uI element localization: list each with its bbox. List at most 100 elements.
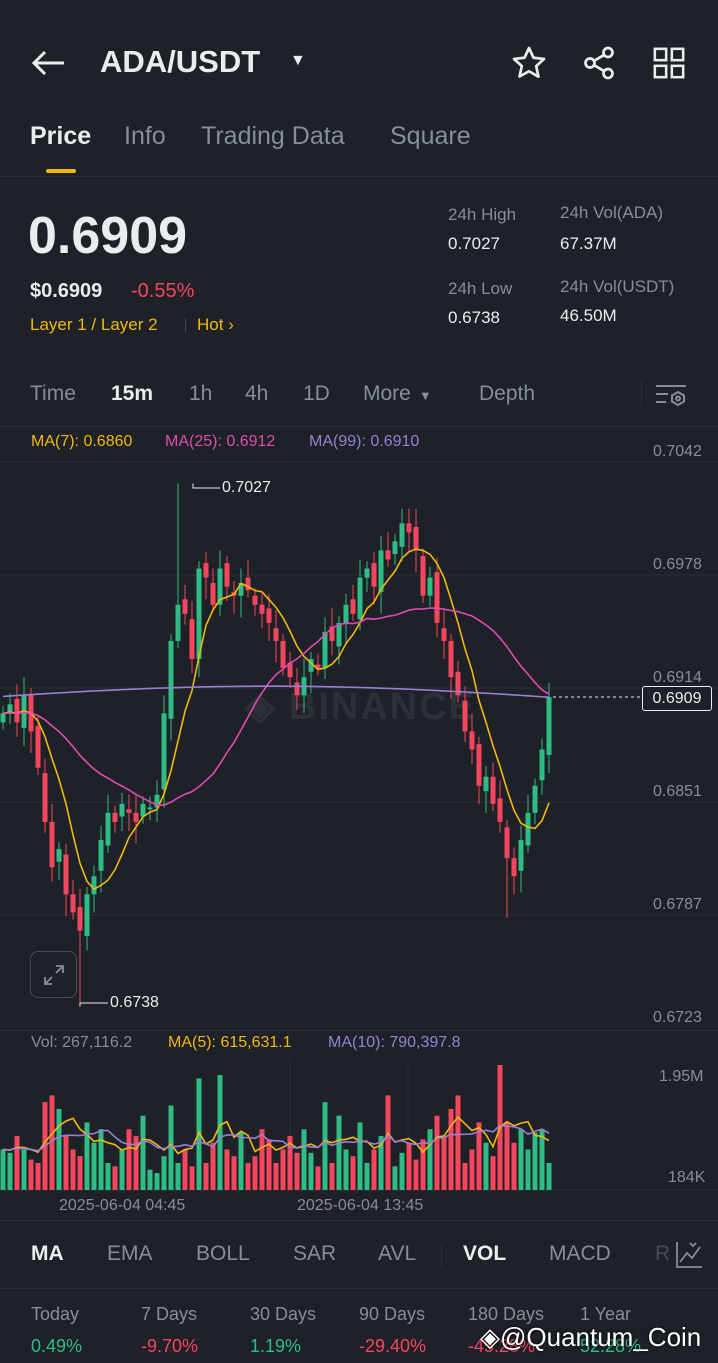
candle-body bbox=[161, 713, 167, 790]
volume-bar bbox=[364, 1162, 370, 1190]
volume-bar bbox=[371, 1149, 377, 1190]
indicator-vol[interactable]: VOL bbox=[463, 1242, 506, 1266]
interval-more[interactable]: More ▼ bbox=[363, 382, 432, 406]
volume-bar bbox=[483, 1142, 489, 1190]
volume-bar bbox=[112, 1166, 118, 1190]
candle-body bbox=[448, 640, 454, 678]
interval-time[interactable]: Time bbox=[30, 382, 76, 406]
candle-body bbox=[21, 695, 27, 728]
price-change: -0.55% bbox=[131, 280, 195, 302]
vol-axis-top: 1.95M bbox=[659, 1068, 704, 1085]
volume-bar bbox=[427, 1129, 433, 1190]
indicator-r[interactable]: R bbox=[655, 1242, 670, 1266]
candle-body bbox=[203, 563, 209, 578]
volume-bar bbox=[518, 1129, 524, 1190]
volume-bar bbox=[119, 1149, 125, 1190]
binance-watermark: ◈ BINANCE bbox=[245, 686, 476, 728]
low-label: 24h Low bbox=[448, 279, 513, 298]
interval-1d[interactable]: 1D bbox=[303, 382, 330, 406]
tab-price[interactable]: Price bbox=[30, 122, 91, 151]
candle-body bbox=[399, 523, 405, 547]
price-axis-label: 0.6723 bbox=[653, 1009, 702, 1026]
candle-body bbox=[252, 595, 258, 605]
indicator-boll[interactable]: BOLL bbox=[196, 1242, 250, 1266]
candle-body bbox=[532, 785, 538, 813]
volume-bar bbox=[392, 1166, 398, 1190]
vol-usdt-value: 46.50M bbox=[560, 306, 617, 325]
share-icon[interactable] bbox=[580, 45, 618, 81]
star-icon[interactable] bbox=[511, 45, 547, 81]
candle-body bbox=[329, 626, 335, 641]
candle-body bbox=[504, 827, 510, 859]
candle-body bbox=[322, 631, 328, 669]
interval-1h[interactable]: 1h bbox=[189, 382, 212, 406]
volume-bar bbox=[511, 1142, 517, 1190]
candle-body bbox=[350, 599, 356, 614]
volume-bar bbox=[161, 1156, 167, 1190]
high-annotation: 0.7027 bbox=[222, 479, 271, 496]
candle-body bbox=[154, 794, 160, 808]
candle-body bbox=[273, 628, 279, 641]
interval-depth[interactable]: Depth bbox=[479, 382, 535, 406]
candle-body bbox=[28, 695, 34, 732]
candle-body bbox=[49, 821, 55, 868]
candle-body bbox=[35, 726, 41, 768]
volume-bar bbox=[294, 1152, 300, 1190]
chart-top-divider bbox=[0, 426, 718, 427]
indicator-avl[interactable]: AVL bbox=[378, 1242, 416, 1266]
high-marker-line bbox=[192, 483, 220, 489]
tab-trading-data[interactable]: Trading Data bbox=[201, 122, 345, 151]
volume-bar bbox=[350, 1156, 356, 1190]
perf-value: 1.19% bbox=[250, 1336, 302, 1356]
candle-body bbox=[238, 583, 244, 596]
hot-label: Hot bbox=[197, 315, 224, 334]
caret-down-icon[interactable]: ▼ bbox=[290, 52, 306, 70]
candle-body bbox=[315, 664, 321, 669]
perf-label: Today bbox=[31, 1304, 80, 1324]
volume-bar bbox=[434, 1115, 440, 1190]
volume-bar bbox=[385, 1095, 391, 1190]
candle-body bbox=[483, 776, 489, 792]
interval-4h[interactable]: 4h bbox=[245, 382, 268, 406]
chart-settings-icon[interactable] bbox=[655, 382, 687, 408]
interval-15m[interactable]: 15m bbox=[111, 382, 153, 406]
ma25-legend: MA(25): 0.6912 bbox=[165, 433, 276, 450]
volume-bar bbox=[21, 1149, 27, 1190]
performance-divider bbox=[0, 1288, 718, 1289]
high-label: 24h High bbox=[448, 205, 517, 224]
grid-icon[interactable] bbox=[652, 46, 686, 80]
back-arrow-icon[interactable] bbox=[30, 48, 66, 78]
candle-body bbox=[140, 803, 146, 817]
tab-square[interactable]: Square bbox=[390, 122, 471, 151]
candle-body bbox=[497, 798, 503, 822]
indicator-macd[interactable]: MACD bbox=[549, 1242, 611, 1266]
indicator-ma[interactable]: MA bbox=[31, 1242, 64, 1266]
indicator-ema[interactable]: EMA bbox=[107, 1242, 153, 1266]
volume-bar bbox=[196, 1078, 202, 1190]
volume-bar bbox=[168, 1105, 174, 1190]
volume-bar bbox=[35, 1162, 41, 1190]
candle-body bbox=[378, 550, 384, 593]
indicator-sar[interactable]: SAR bbox=[293, 1242, 336, 1266]
candle-body bbox=[518, 840, 524, 871]
volume-bar bbox=[329, 1162, 335, 1190]
volume-bar bbox=[105, 1162, 111, 1190]
category-tags[interactable]: Layer 1 / Layer 2 bbox=[30, 315, 158, 335]
indicator-divider bbox=[0, 1220, 718, 1221]
volume-bar bbox=[280, 1149, 286, 1190]
pair-title[interactable]: ADA/USDT bbox=[100, 44, 260, 80]
volume-bar bbox=[224, 1149, 230, 1190]
volume-bar bbox=[273, 1162, 279, 1190]
volume-bar bbox=[70, 1149, 76, 1190]
candle-body bbox=[476, 744, 482, 786]
volume-bar bbox=[133, 1135, 139, 1190]
indicator-settings-icon[interactable] bbox=[674, 1240, 704, 1270]
tab-info[interactable]: Info bbox=[124, 122, 166, 151]
candle-body bbox=[280, 640, 286, 669]
volume-bar bbox=[231, 1156, 237, 1190]
hot-tag[interactable]: Hot › bbox=[197, 315, 234, 335]
candle-body bbox=[70, 894, 76, 913]
fullscreen-button[interactable] bbox=[30, 951, 77, 998]
volume-bar bbox=[154, 1173, 160, 1190]
perf-value: 0.49% bbox=[31, 1336, 83, 1356]
